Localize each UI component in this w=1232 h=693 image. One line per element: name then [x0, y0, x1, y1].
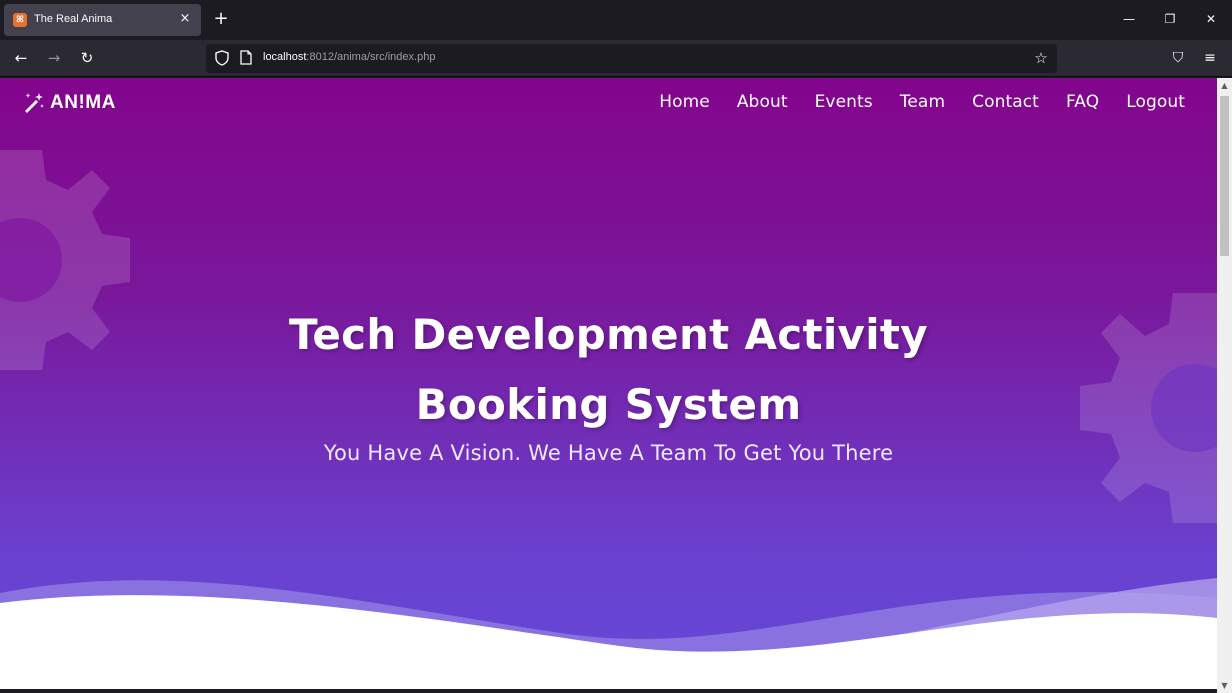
menu-item-events[interactable]: Events [815, 92, 873, 112]
menu-item-logout[interactable]: Logout [1126, 92, 1185, 112]
url-text[interactable]: localhost:8012/anima/src/index.php [263, 51, 435, 63]
main-menu: Home About Events Team Contact FAQ Logou… [659, 92, 1185, 112]
url-path: :8012/anima/src/index.php [306, 51, 436, 63]
address-bar[interactable]: localhost:8012/anima/src/index.php ☆ [206, 44, 1057, 73]
restore-button[interactable]: ❐ [1158, 8, 1182, 30]
brand-logo[interactable]: AN!MA [22, 90, 116, 116]
magic-wand-icon [25, 93, 44, 113]
hero-section: Tech Development Activity Booking System… [0, 300, 1217, 466]
close-window-button[interactable]: ✕ [1199, 8, 1223, 30]
xampp-favicon-icon: ꕤ [13, 13, 27, 27]
new-tab-button[interactable]: + [210, 8, 232, 30]
url-host: localhost [263, 51, 307, 63]
tab-title: The Real Anima [34, 13, 113, 25]
browser-tab[interactable]: ꕤ The Real Anima × [4, 4, 201, 36]
site-header: AN!MA Home About Events Team Contact FAQ… [0, 78, 1217, 128]
tab-close-icon[interactable]: × [178, 11, 192, 27]
hero-title-line-1: Tech Development Activity [289, 310, 928, 359]
back-button[interactable]: ← [9, 47, 33, 69]
tracking-protection-shield-icon[interactable] [215, 50, 229, 66]
hero-title: Tech Development Activity Booking System [0, 300, 1217, 440]
app-menu-icon[interactable]: ≡ [1198, 47, 1222, 69]
minimize-button[interactable]: — [1117, 8, 1141, 30]
hero-title-line-2: Booking System [415, 380, 802, 429]
page-info-icon[interactable] [240, 50, 252, 65]
bookmark-star-icon[interactable]: ☆ [1031, 48, 1051, 68]
scroll-thumb[interactable] [1220, 96, 1229, 256]
menu-item-team[interactable]: Team [900, 92, 945, 112]
page-viewport: AN!MA Home About Events Team Contact FAQ… [0, 78, 1217, 693]
hero-subtitle: You Have A Vision. We Have A Team To Get… [323, 441, 894, 465]
brand-name: AN!MA [50, 92, 116, 113]
forward-button[interactable]: → [42, 47, 66, 69]
reload-button[interactable]: ↻ [75, 47, 99, 69]
window-bottom-edge [0, 689, 1217, 693]
scroll-up-icon[interactable]: ▲ [1217, 78, 1232, 93]
menu-item-about[interactable]: About [737, 92, 788, 112]
menu-item-contact[interactable]: Contact [972, 92, 1039, 112]
hero-wave-divider [0, 578, 1217, 693]
browser-navigation-bar: ← → ↻ localhost:8012/anima/src/index.php… [0, 40, 1232, 77]
browser-tab-strip: ꕤ The Real Anima × + — ❐ ✕ [0, 0, 1232, 40]
pocket-icon[interactable]: ⛉ [1166, 47, 1190, 69]
page-scrollbar[interactable]: ▲ ▼ [1217, 78, 1232, 693]
scroll-down-icon[interactable]: ▼ [1217, 678, 1232, 693]
menu-item-home[interactable]: Home [659, 92, 710, 112]
menu-item-faq[interactable]: FAQ [1066, 92, 1099, 112]
